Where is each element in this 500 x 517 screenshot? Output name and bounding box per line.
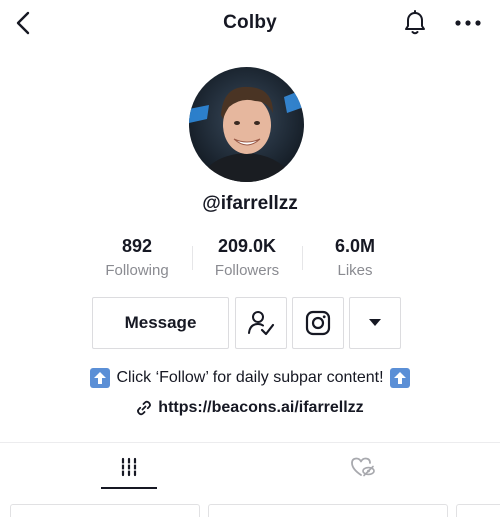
more-horizontal-icon (455, 20, 481, 26)
video-thumbnail[interactable] (10, 504, 200, 517)
video-thumbnail[interactable] (208, 504, 448, 517)
hidden-heart-icon (351, 457, 375, 477)
instagram-icon (305, 310, 331, 336)
likes-label: Likes (337, 262, 373, 279)
followers-stat[interactable]: 209.0K Followers (192, 236, 302, 279)
bell-icon (405, 10, 425, 35)
top-bar: Colby (0, 0, 500, 46)
tab-videos[interactable] (80, 444, 178, 490)
followers-count: 209.0K (217, 236, 277, 256)
active-tab-indicator (101, 487, 157, 489)
instagram-button[interactable] (292, 297, 344, 349)
profile-link-text: https://beacons.ai/ifarrellzz (158, 399, 364, 416)
likes-count: 6.0M (334, 236, 376, 256)
avatar-photo (189, 67, 304, 182)
suggestions-dropdown-button[interactable] (349, 297, 401, 349)
grid-bars-icon (120, 457, 138, 477)
link-icon (137, 400, 152, 416)
bio-text: Click ‘Follow’ for daily subpar content! (116, 369, 384, 386)
bio: Click ‘Follow’ for daily subpar content! (0, 368, 500, 388)
avatar[interactable] (189, 67, 304, 182)
message-button[interactable]: Message (92, 297, 229, 349)
likes-stat[interactable]: 6.0M Likes (300, 236, 410, 279)
more-options-button[interactable] (452, 8, 484, 38)
notifications-button[interactable] (400, 8, 430, 38)
followers-label: Followers (214, 262, 280, 279)
user-check-icon (248, 311, 275, 336)
up-arrow-emoji-icon (90, 368, 111, 388)
tab-liked-videos[interactable] (314, 444, 412, 490)
username: @ifarrellzz (202, 193, 298, 214)
following-stat[interactable]: 892 Following (82, 236, 192, 279)
up-arrow-emoji-icon (389, 368, 410, 388)
video-thumbnail[interactable] (456, 504, 500, 517)
caret-down-icon (369, 319, 381, 326)
tabs-divider (0, 442, 500, 443)
profile-link[interactable]: https://beacons.ai/ifarrellzz (0, 399, 500, 417)
following-label: Following (105, 262, 169, 279)
following-count: 892 (121, 236, 153, 256)
following-status-button[interactable] (235, 297, 287, 349)
